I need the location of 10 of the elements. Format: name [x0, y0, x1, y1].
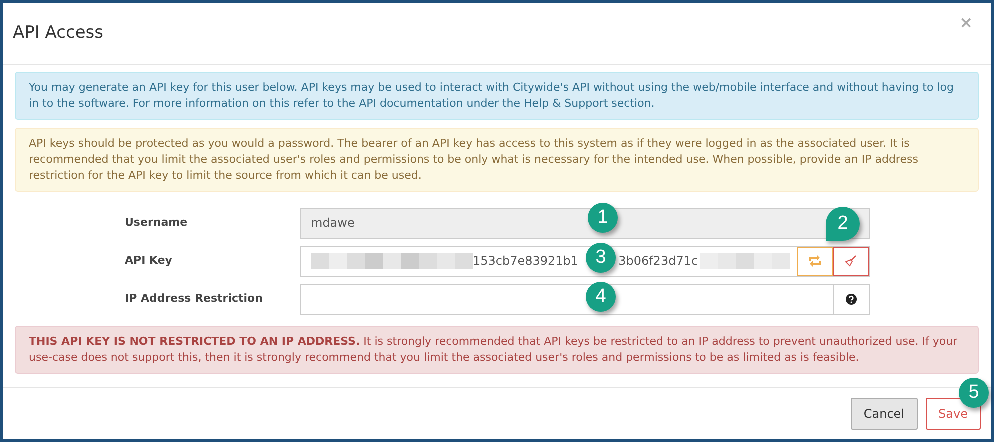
warning-alert: API keys should be protected as you would a password. The bearer of an API key has access to this system as if they were logged in as the associated user. It is recommended that you limit the associated user's roles and permissions to be only what is necessary for the intended use. When possible, provide an IP address restriction for the API key to limit the source from which it can be used.	[15, 128, 979, 192]
field-label: API Key	[124, 252, 174, 269]
cancel-button[interactable]: Cancel	[850, 398, 918, 430]
danger-alert: THIS API KEY IS NOT RESTRICTED TO AN IP ADDRESS. It is strongly recommended that API keys be restricted to an IP address to prevent unauthorized use. If your use-case does not support this, then it is strongly recommend that you limit the associated user's roles and permissions to be as limited as is feasible.	[15, 326, 979, 374]
field-label: IP Address Restriction	[124, 290, 264, 307]
field-label: Username	[124, 214, 189, 231]
save-button[interactable]: Save	[926, 398, 981, 430]
callout-marker: 5	[959, 378, 989, 408]
dialog-title: API Access	[13, 22, 104, 45]
info-alert: You may generate an API key for this user below. API keys may be used to interact with Citywide's API without using the web/mobile interface and without having to log in to the software. For more information on this refer to the API documentation under the Help & Support section.	[15, 72, 979, 120]
